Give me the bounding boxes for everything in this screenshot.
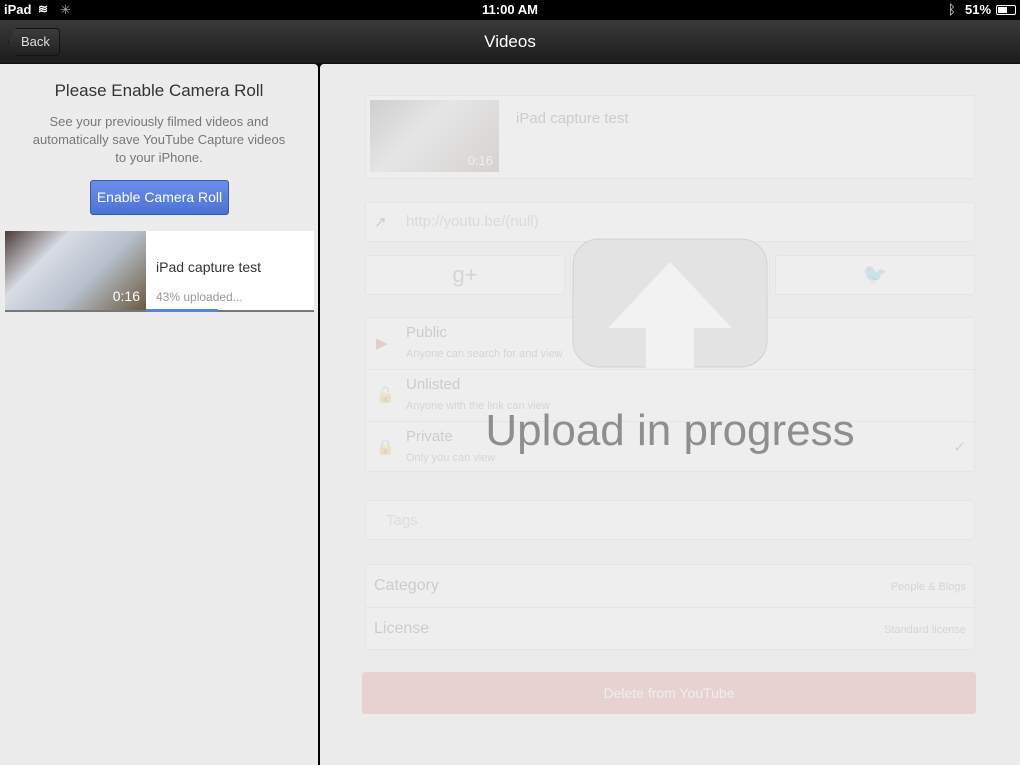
status-bar: iPad ≋ ✳ 11:00 AM ᛒ 51% <box>0 0 1020 20</box>
share-url-row[interactable]: ↗ http://youtu.be/(null) <box>365 202 975 242</box>
video-duration: 0:16 <box>112 288 140 304</box>
video-thumbnail: 0:16 <box>5 231 146 310</box>
license-value: Standard license <box>884 624 966 636</box>
detail-thumbnail: 0:16 <box>370 100 499 172</box>
battery-percent: 51% <box>965 2 992 17</box>
upload-status-text: Upload in progress <box>485 406 855 455</box>
video-summary-card: 0:16 iPad capture test <box>365 95 975 179</box>
license-row[interactable]: License Standard license <box>366 608 974 651</box>
upload-progress-text: 43% uploaded... <box>156 290 243 304</box>
upload-progress-bar <box>146 309 219 312</box>
share-icon: ↗ <box>374 214 387 231</box>
category-value: People & Blogs <box>890 581 966 593</box>
privacy-desc: Anyone can search for and view <box>406 348 563 360</box>
video-list-panel: Please Enable Camera Roll See your previ… <box>0 64 318 765</box>
category-label: Category <box>374 577 439 594</box>
navigation-bar: Back Videos <box>0 20 1020 64</box>
youtube-icon: ▶ <box>376 335 388 352</box>
license-label: License <box>374 620 430 637</box>
privacy-label: Public <box>406 324 447 341</box>
list-item[interactable]: 0:16 iPad capture test 43% uploaded... <box>5 231 314 312</box>
google-plus-icon: g+ <box>452 262 478 287</box>
category-row[interactable]: Category People & Blogs <box>366 565 974 608</box>
share-url: http://youtu.be/(null) <box>406 213 539 230</box>
detail-title: iPad capture test <box>516 110 629 127</box>
google-plus-share-button[interactable]: g+ <box>365 255 565 295</box>
video-title: iPad capture test <box>156 259 262 275</box>
clock: 11:00 AM <box>482 2 538 17</box>
bluetooth-icon: ᛒ <box>948 2 956 17</box>
camera-roll-heading: Please Enable Camera Roll <box>54 81 264 100</box>
tags-input[interactable]: Tags <box>365 500 975 540</box>
camera-roll-description: See your previously filmed videos and au… <box>32 114 286 165</box>
privacy-label: Unlisted <box>406 376 461 393</box>
twitter-share-button[interactable]: 🐦 <box>775 255 975 295</box>
twitter-icon: 🐦 <box>862 264 888 286</box>
battery-icon <box>996 5 1016 15</box>
video-detail-panel: 0:16 iPad capture test ↗ http://youtu.be… <box>320 64 1020 765</box>
metadata-group: Category People & Blogs License Standard… <box>365 564 975 650</box>
enable-camera-roll-button[interactable]: Enable Camera Roll <box>90 180 229 215</box>
page-title: Videos <box>484 32 536 51</box>
delete-from-youtube-button[interactable]: Delete from YouTube <box>362 672 976 714</box>
unlock-icon: 🔓 <box>376 387 395 404</box>
detail-duration: 0:16 <box>467 153 493 168</box>
tags-placeholder: Tags <box>386 512 418 529</box>
upload-arrow-icon <box>572 238 768 368</box>
